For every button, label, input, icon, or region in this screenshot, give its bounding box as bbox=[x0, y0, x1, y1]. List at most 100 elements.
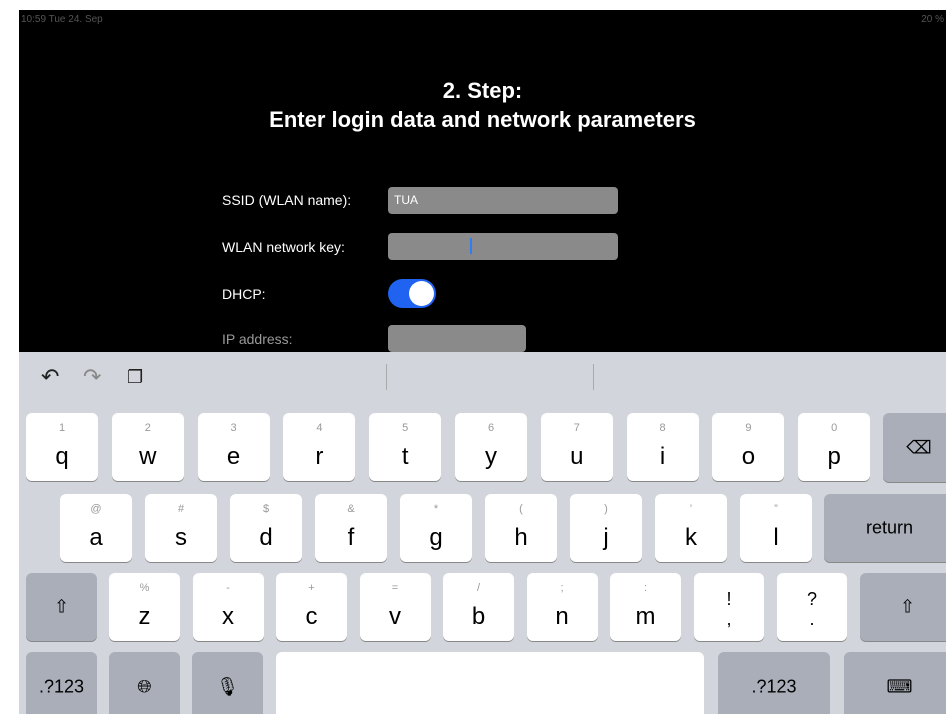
key-label: r bbox=[315, 443, 324, 470]
key-u[interactable]: 7u bbox=[540, 413, 613, 481]
key-hint: 4 bbox=[316, 422, 323, 434]
numbers-key-left[interactable]: .?123 bbox=[26, 652, 97, 714]
key-t[interactable]: 5t bbox=[369, 413, 442, 481]
backspace-icon: ⌫ bbox=[906, 437, 932, 457]
shift-key-right[interactable]: ⇧ bbox=[860, 573, 946, 641]
globe-icon: 🌐︎ bbox=[137, 676, 152, 696]
key-h[interactable]: (h bbox=[485, 494, 557, 562]
key-label: c bbox=[305, 603, 318, 630]
key-label: q bbox=[55, 443, 69, 470]
key-f[interactable]: & f bbox=[315, 494, 387, 562]
key-r[interactable]: 4r bbox=[283, 413, 356, 481]
key-hint: : bbox=[643, 582, 648, 594]
key-label: n bbox=[555, 603, 569, 630]
key-hint: 2 bbox=[144, 422, 151, 434]
keyboard-toolbar: ↶ ↷ ❐ bbox=[19, 352, 946, 402]
globe-key[interactable]: 🌐︎ bbox=[109, 652, 180, 714]
key-hint: % bbox=[139, 582, 150, 594]
key-label: d bbox=[259, 524, 273, 551]
shift-key-left[interactable]: ⇧ bbox=[26, 573, 97, 641]
key-g[interactable]: * g bbox=[400, 494, 472, 562]
key-m[interactable]: :m bbox=[610, 573, 681, 641]
key-i[interactable]: 8i bbox=[626, 413, 699, 481]
dhcp-toggle[interactable] bbox=[388, 279, 436, 308]
undo-icon[interactable]: ↶ bbox=[41, 365, 59, 389]
key-label: w bbox=[139, 443, 157, 470]
network-key-input[interactable] bbox=[388, 233, 618, 260]
keyboard-dismiss-icon: ⌨ bbox=[886, 676, 913, 696]
microphone-icon: 🎙︎ bbox=[216, 676, 239, 696]
key-label: j bbox=[603, 524, 609, 551]
step-subtitle: Enter login data and network parameters bbox=[269, 107, 696, 132]
key-label: f bbox=[347, 524, 355, 551]
key-w[interactable]: 2w bbox=[111, 413, 184, 481]
toolbar-divider bbox=[593, 364, 594, 390]
key-hint: + bbox=[308, 582, 315, 594]
text-cursor bbox=[470, 238, 472, 254]
ssid-input[interactable]: TUA bbox=[388, 187, 618, 214]
key-e[interactable]: 3e bbox=[197, 413, 270, 481]
key-label: h bbox=[514, 524, 528, 551]
key-hint: @ bbox=[90, 503, 102, 515]
key-hint: 1 bbox=[58, 422, 66, 434]
key-label: i bbox=[659, 443, 666, 470]
key-label: k bbox=[685, 524, 697, 551]
key-hint: 7 bbox=[573, 422, 580, 434]
key-p[interactable]: 0p bbox=[798, 413, 871, 481]
question-period-key[interactable]: ? . bbox=[777, 573, 847, 641]
exclamation-comma-key[interactable]: ! , bbox=[694, 573, 764, 641]
key-hint: 8 bbox=[659, 422, 666, 434]
device-screen: 10:59 Tue 24. Sep 20 % 2. Step: Enter lo… bbox=[19, 10, 946, 714]
key-v[interactable]: = v bbox=[359, 573, 431, 641]
key-hint: ” bbox=[774, 503, 778, 515]
step-title: 2. Step: bbox=[442, 78, 523, 103]
hide-keyboard-key[interactable]: ⌨ bbox=[844, 652, 946, 714]
key-hint: & bbox=[347, 503, 355, 515]
ip-address-label: IP address: bbox=[222, 331, 293, 347]
key-label: p bbox=[827, 443, 841, 470]
backspace-key[interactable]: ⌫ bbox=[883, 413, 946, 482]
key-label: x bbox=[222, 603, 234, 630]
key-hint: = bbox=[391, 582, 399, 594]
key-hint: ( bbox=[519, 503, 523, 515]
key-label: b bbox=[471, 603, 486, 630]
space-key[interactable] bbox=[276, 652, 704, 714]
key-label: u bbox=[570, 443, 584, 470]
ip-address-input[interactable] bbox=[388, 325, 526, 352]
key-j[interactable]: ) j bbox=[570, 494, 642, 562]
key-hint: 3 bbox=[230, 422, 237, 434]
redo-icon[interactable]: ↷ bbox=[83, 365, 101, 389]
paste-icon[interactable]: ❐ bbox=[127, 365, 143, 389]
key-a[interactable]: @ a bbox=[60, 494, 132, 562]
key-x[interactable]: -x bbox=[192, 573, 264, 641]
key-q[interactable]: 1q bbox=[26, 413, 98, 481]
key-hint: ; bbox=[560, 582, 564, 594]
key-l[interactable]: ” l bbox=[740, 494, 812, 562]
key-k[interactable]: ’ k bbox=[655, 494, 727, 562]
key-y[interactable]: 6y bbox=[455, 413, 527, 481]
return-key[interactable]: return bbox=[824, 494, 946, 562]
key-hint: - bbox=[226, 582, 230, 594]
dhcp-label: DHCP: bbox=[222, 286, 266, 302]
dictation-key[interactable]: 🎙︎ bbox=[192, 652, 263, 714]
key-label: y bbox=[485, 443, 497, 470]
key-c[interactable]: + c bbox=[276, 573, 347, 641]
shift-icon: ⇧ bbox=[899, 596, 916, 617]
key-n[interactable]: ; n bbox=[526, 573, 598, 641]
numbers-key-right[interactable]: .?123 bbox=[718, 652, 830, 714]
key-label: l bbox=[773, 524, 779, 551]
key-o[interactable]: 9o bbox=[712, 413, 785, 481]
status-time: 10:59 Tue 24. Sep bbox=[21, 14, 103, 25]
key-d[interactable]: $ d bbox=[230, 494, 302, 562]
key-hint: $ bbox=[262, 503, 270, 515]
key-hint: 5 bbox=[402, 422, 409, 434]
key-label: g bbox=[429, 524, 443, 551]
battery-status: 20 % bbox=[921, 14, 944, 25]
status-bar: 10:59 Tue 24. Sep 20 % bbox=[19, 10, 946, 30]
key-s[interactable]: # s bbox=[145, 494, 217, 562]
network-key-label: WLAN network key: bbox=[222, 239, 345, 255]
key-label: v bbox=[389, 603, 401, 630]
key-b[interactable]: / b bbox=[443, 573, 514, 641]
key-hint: / bbox=[476, 582, 481, 594]
key-z[interactable]: % z bbox=[109, 573, 180, 641]
